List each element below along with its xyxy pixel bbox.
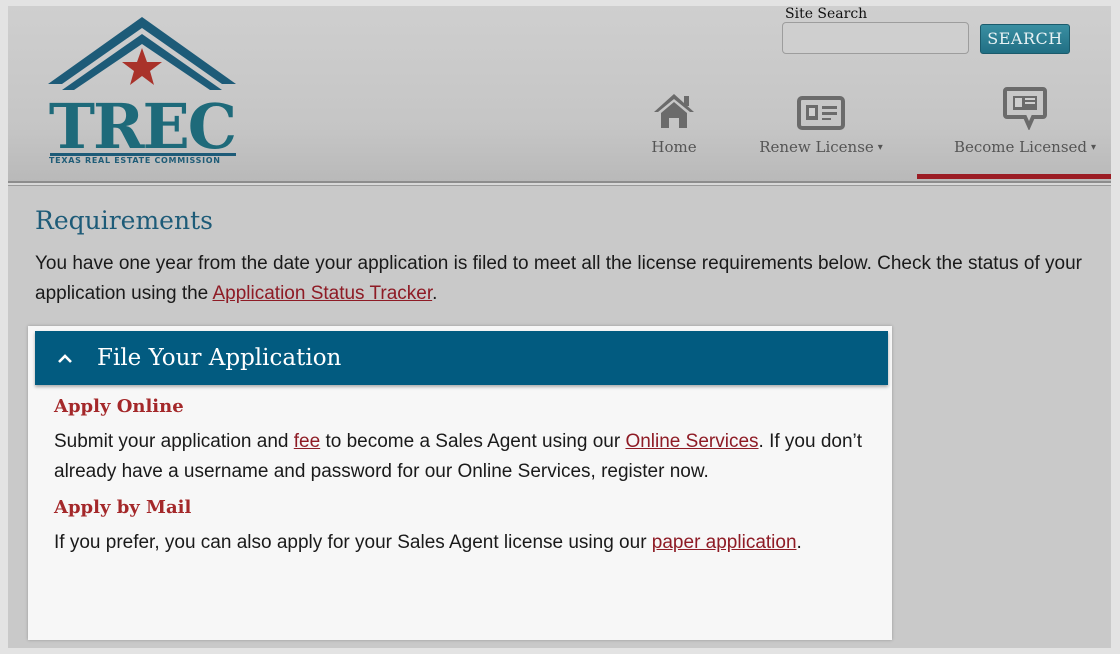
header-divider xyxy=(8,181,1111,186)
application-status-tracker-link[interactable]: Application Status Tracker xyxy=(212,283,432,304)
accordion-title: File Your Application xyxy=(97,345,342,371)
site-header: TREC TEXAS REAL ESTATE COMMISSION Site S… xyxy=(8,6,1111,181)
text: to become a Sales Agent using our xyxy=(320,431,626,452)
text: . xyxy=(758,431,764,452)
text: If you prefer, you can also apply for yo… xyxy=(54,532,652,553)
accordion-body: Apply Online Submit your application and… xyxy=(54,396,874,568)
intro-paragraph: You have one year from the date your app… xyxy=(35,249,1095,309)
main-content: Requirements You have one year from the … xyxy=(35,206,1095,309)
text: Submit your application and xyxy=(54,431,294,452)
fee-link[interactable]: fee xyxy=(294,431,320,452)
intro-text-end: . xyxy=(432,283,438,304)
file-application-accordion: File Your Application Apply Online Submi… xyxy=(28,326,892,640)
chevron-down-icon: ▾ xyxy=(877,142,883,153)
id-card-speech-bubble-icon xyxy=(940,86,1110,130)
site-search-label: Site Search xyxy=(785,6,868,22)
nav-renew-license[interactable]: Renew License ▾ xyxy=(747,86,895,157)
page-frame: TREC TEXAS REAL ESTATE COMMISSION Site S… xyxy=(8,6,1111,648)
svg-text:TREC: TREC xyxy=(49,90,235,163)
search-button[interactable]: SEARCH xyxy=(980,24,1070,54)
apply-online-heading: Apply Online xyxy=(54,396,184,417)
paper-application-link[interactable]: paper application xyxy=(652,532,797,553)
id-card-icon xyxy=(747,86,895,130)
chevron-down-icon: ▾ xyxy=(1091,142,1097,153)
logo-subtitle: TEXAS REAL ESTATE COMMISSION xyxy=(49,156,221,165)
online-services-link[interactable]: Online Services xyxy=(625,431,758,452)
nav-home[interactable]: Home xyxy=(646,86,702,157)
accordion-header[interactable]: File Your Application xyxy=(35,331,888,385)
nav-become-licensed[interactable]: Become Licensed ▾ xyxy=(940,86,1110,157)
page-title: Requirements xyxy=(35,206,213,235)
chevron-up-icon xyxy=(57,353,79,363)
site-search-input[interactable] xyxy=(782,22,969,54)
nav-become-licensed-label: Become Licensed xyxy=(953,138,1088,156)
trec-logo[interactable]: TREC xyxy=(46,12,238,172)
intro-text: You have one year from the date your app… xyxy=(35,253,1083,304)
active-nav-indicator xyxy=(917,174,1111,179)
text: . xyxy=(796,532,802,553)
apply-online-text: Submit your application and fee to becom… xyxy=(54,427,874,487)
apply-by-mail-text: If you prefer, you can also apply for yo… xyxy=(54,528,874,558)
nav-home-label: Home xyxy=(651,138,697,156)
home-icon xyxy=(646,86,702,130)
nav-renew-license-label: Renew License xyxy=(759,138,874,156)
apply-by-mail-heading: Apply by Mail xyxy=(54,497,192,518)
